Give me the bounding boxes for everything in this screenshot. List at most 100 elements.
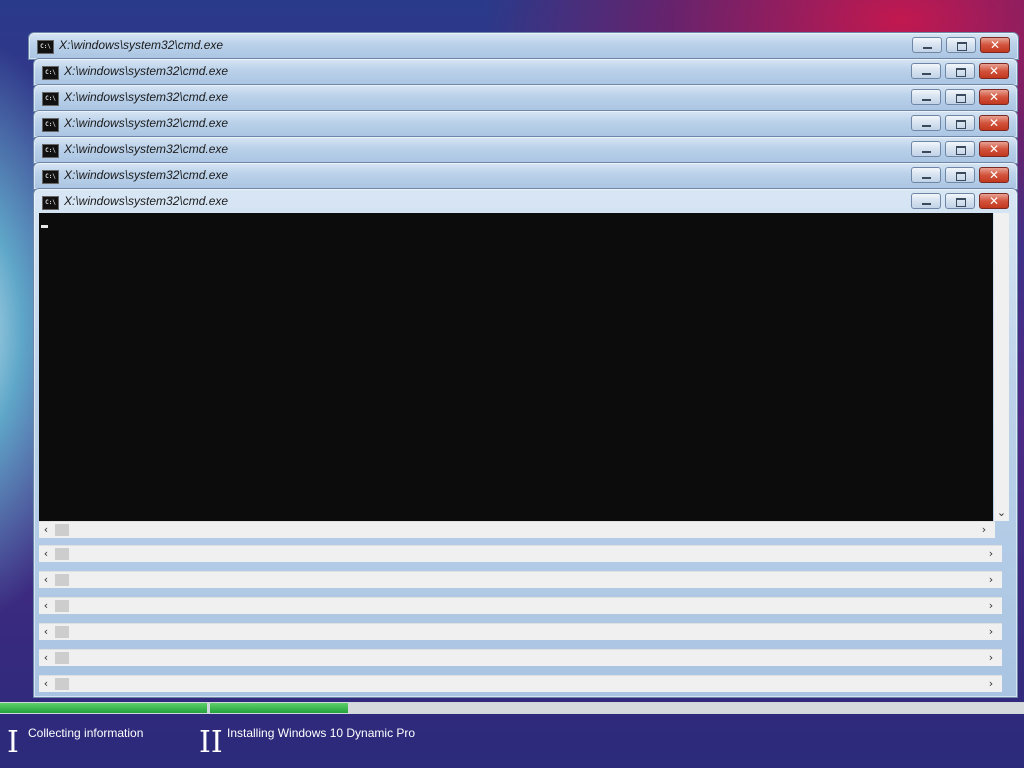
horizontal-scrollbar[interactable]: ‹ ›	[39, 649, 1002, 666]
horizontal-scrollbar[interactable]: ‹ ›	[39, 623, 1002, 640]
window-title: X:\windows\system32\cmd.exe	[64, 90, 229, 104]
minimize-icon	[912, 168, 940, 182]
minimize-button[interactable]	[911, 115, 941, 131]
close-icon	[980, 142, 1008, 156]
close-icon	[981, 38, 1009, 52]
scroll-thumb[interactable]	[55, 548, 69, 560]
minimize-button[interactable]	[911, 167, 941, 183]
scroll-thumb[interactable]	[55, 600, 69, 612]
scroll-left-arrow-icon[interactable]: ‹	[39, 572, 53, 588]
maximize-icon	[947, 38, 975, 52]
window-title: X:\windows\system32\cmd.exe	[64, 64, 229, 78]
window-titlebar[interactable]: C:\ X:\windows\system32\cmd.exe	[34, 163, 1017, 189]
window-title: X:\windows\system32\cmd.exe	[59, 38, 224, 52]
scroll-thumb[interactable]	[55, 574, 69, 586]
cmd-icon: C:\	[37, 40, 54, 54]
scroll-right-arrow-icon[interactable]: ›	[984, 650, 998, 666]
minimize-button[interactable]	[911, 89, 941, 105]
step-label: Collecting information	[28, 726, 144, 740]
minimize-button[interactable]	[912, 37, 942, 53]
scroll-thumb[interactable]	[55, 524, 69, 536]
window-titlebar[interactable]: C:\ X:\windows\system32\cmd.exe	[34, 137, 1017, 163]
scroll-thumb[interactable]	[55, 652, 69, 664]
minimize-icon	[912, 90, 940, 104]
maximize-icon	[946, 116, 974, 130]
minimize-icon	[912, 142, 940, 156]
scroll-left-arrow-icon[interactable]: ‹	[39, 650, 53, 666]
window-titlebar[interactable]: C:\ X:\windows\system32\cmd.exe	[34, 111, 1017, 137]
step-number: II	[199, 725, 223, 760]
vertical-scrollbar[interactable]: ⌄	[994, 213, 1009, 521]
maximize-button[interactable]	[945, 141, 975, 157]
scroll-thumb[interactable]	[55, 678, 69, 690]
window-title: X:\windows\system32\cmd.exe	[64, 194, 229, 208]
cmd-window[interactable]: C:\ X:\windows\system32\cmd.exe	[33, 84, 1018, 112]
minimize-icon	[912, 194, 940, 208]
text-cursor	[41, 225, 48, 228]
close-icon	[980, 168, 1008, 182]
maximize-button[interactable]	[945, 167, 975, 183]
close-icon	[980, 194, 1008, 208]
cmd-icon: C:\	[42, 118, 59, 132]
scroll-right-arrow-icon[interactable]: ›	[984, 624, 998, 640]
close-icon	[980, 90, 1008, 104]
maximize-button[interactable]	[945, 115, 975, 131]
maximize-icon	[946, 194, 974, 208]
cmd-window[interactable]: C:\ X:\windows\system32\cmd.exe	[33, 162, 1018, 190]
close-button[interactable]	[979, 167, 1009, 183]
cmd-window[interactable]: C:\ X:\windows\system32\cmd.exe	[33, 58, 1018, 86]
maximize-icon	[946, 90, 974, 104]
minimize-icon	[912, 64, 940, 78]
scroll-left-arrow-icon[interactable]: ‹	[39, 624, 53, 640]
window-title: X:\windows\system32\cmd.exe	[64, 116, 229, 130]
minimize-icon	[913, 38, 941, 52]
cmd-window[interactable]: C:\ X:\windows\system32\cmd.exe	[33, 136, 1018, 164]
console-output-area[interactable]	[39, 213, 993, 521]
close-button[interactable]	[979, 141, 1009, 157]
step1-progress-fill	[0, 703, 207, 713]
window-titlebar[interactable]: C:\ X:\windows\system32\cmd.exe	[34, 59, 1017, 85]
window-titlebar[interactable]: C:\ X:\windows\system32\cmd.exe	[29, 33, 1018, 59]
horizontal-scrollbar[interactable]: ‹ ›	[39, 597, 1002, 614]
cmd-window[interactable]: C:\ X:\windows\system32\cmd.exe	[33, 110, 1018, 138]
horizontal-scrollbar[interactable]: ‹ ›	[39, 675, 1002, 692]
cmd-icon: C:\	[42, 66, 59, 80]
scroll-right-arrow-icon[interactable]: ›	[984, 572, 998, 588]
scroll-right-arrow-icon[interactable]: ›	[984, 598, 998, 614]
scroll-down-arrow-icon[interactable]: ⌄	[994, 506, 1009, 519]
minimize-button[interactable]	[911, 63, 941, 79]
cmd-icon: C:\	[42, 92, 59, 106]
maximize-button[interactable]	[945, 89, 975, 105]
close-button[interactable]	[979, 115, 1009, 131]
scroll-right-arrow-icon[interactable]: ›	[984, 676, 998, 692]
window-titlebar[interactable]: C:\ X:\windows\system32\cmd.exe	[34, 85, 1017, 111]
minimize-button[interactable]	[911, 141, 941, 157]
scroll-left-arrow-icon[interactable]: ‹	[39, 598, 53, 614]
scroll-right-arrow-icon[interactable]: ›	[984, 546, 998, 562]
cmd-window[interactable]: C:\ X:\windows\system32\cmd.exe	[28, 32, 1019, 60]
step2-progress-fill	[210, 703, 349, 713]
horizontal-scrollbar[interactable]: ‹ ›	[39, 571, 1002, 588]
maximize-icon	[946, 64, 974, 78]
scroll-left-arrow-icon[interactable]: ‹	[39, 676, 53, 692]
window-title: X:\windows\system32\cmd.exe	[64, 168, 229, 182]
maximize-button[interactable]	[946, 37, 976, 53]
step-label: Installing Windows 10 Dynamic Pro	[227, 726, 416, 740]
minimize-icon	[912, 116, 940, 130]
scroll-right-arrow-icon[interactable]: ›	[977, 522, 991, 538]
horizontal-scrollbar[interactable]: ‹ ›	[39, 521, 995, 538]
close-button[interactable]	[979, 89, 1009, 105]
minimize-button[interactable]	[911, 193, 941, 209]
scroll-left-arrow-icon[interactable]: ‹	[39, 546, 53, 562]
close-button[interactable]	[979, 193, 1009, 209]
horizontal-scrollbar[interactable]: ‹ ›	[39, 545, 1002, 562]
scroll-left-arrow-icon[interactable]: ‹	[39, 522, 53, 538]
maximize-button[interactable]	[945, 63, 975, 79]
close-icon	[980, 116, 1008, 130]
window-titlebar[interactable]: C:\ X:\windows\system32\cmd.exe	[34, 189, 1017, 215]
maximize-button[interactable]	[945, 193, 975, 209]
close-button[interactable]	[979, 63, 1009, 79]
scroll-thumb[interactable]	[55, 626, 69, 638]
close-button[interactable]	[980, 37, 1010, 53]
window-title: X:\windows\system32\cmd.exe	[64, 142, 229, 156]
